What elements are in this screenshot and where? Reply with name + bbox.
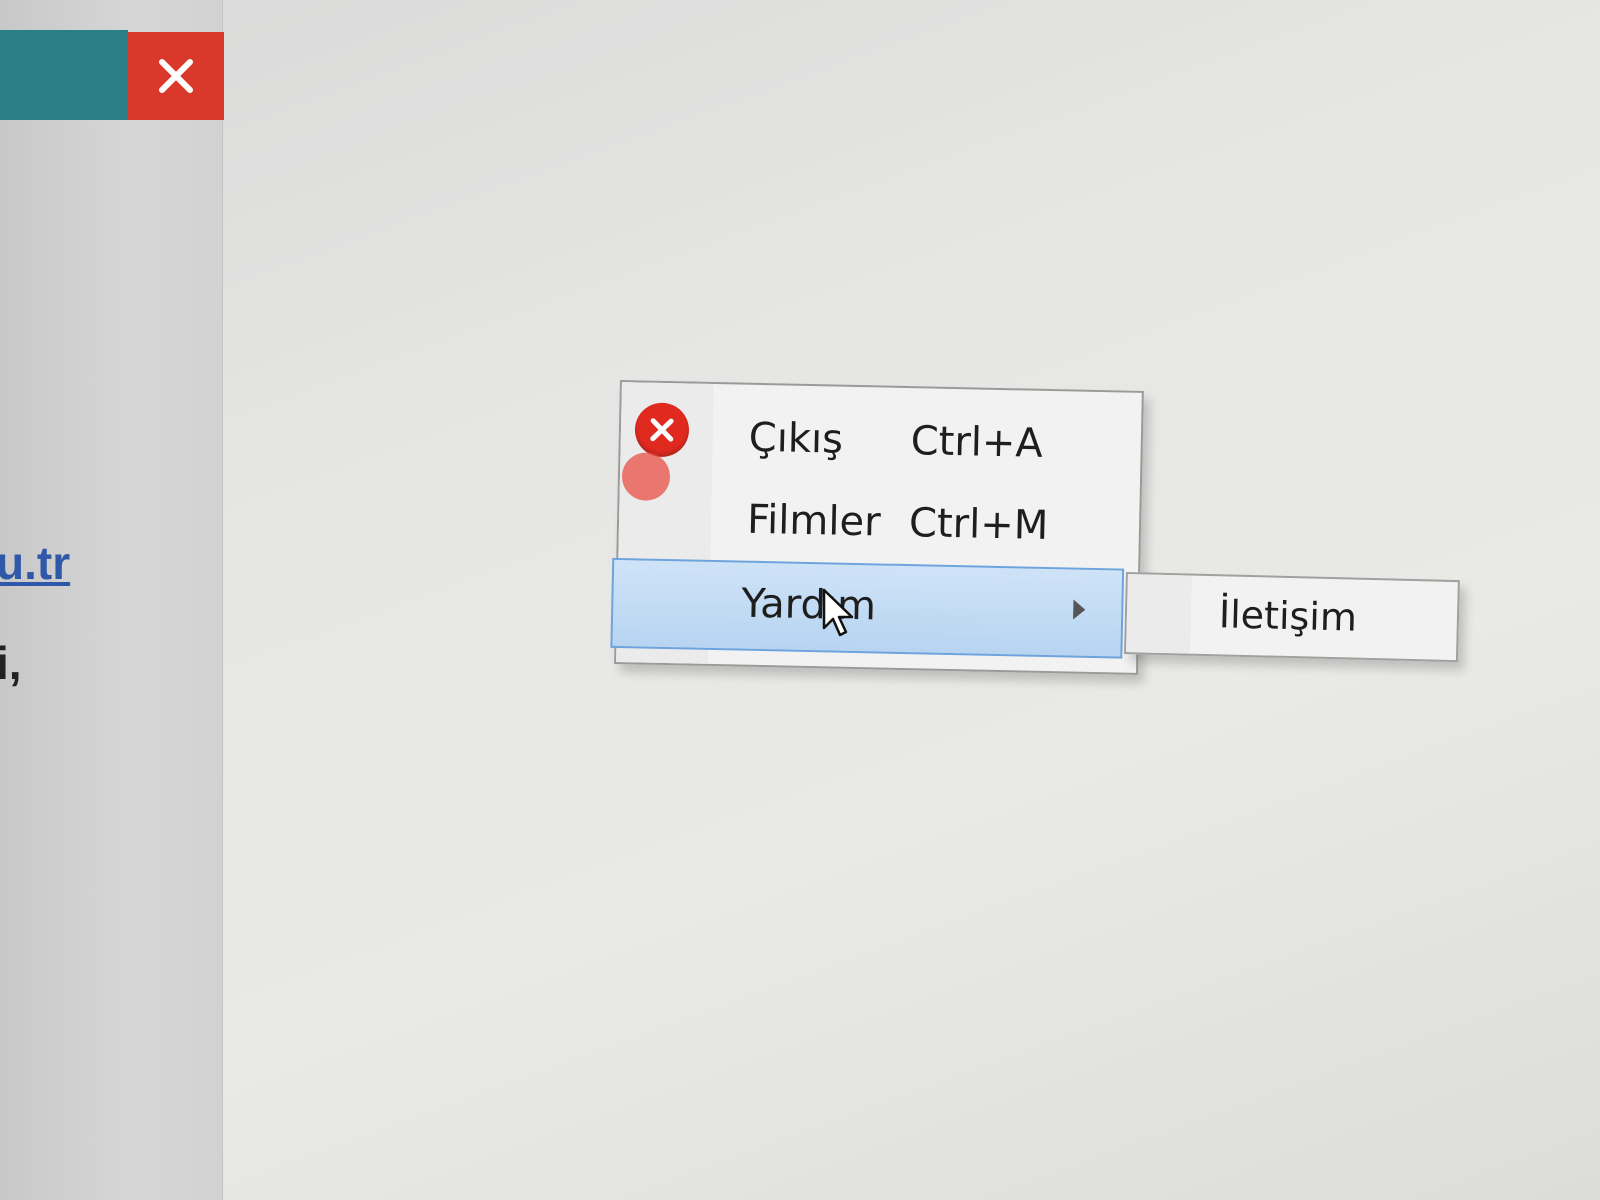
menu-item-label: Çıkış — [748, 414, 844, 463]
page-text-fragment: i, — [0, 637, 22, 689]
page-link[interactable]: u.tr — [0, 536, 70, 590]
close-icon — [159, 59, 193, 93]
menu-item-films[interactable]: Filmler Ctrl+M — [618, 476, 1140, 569]
window-close-button[interactable] — [128, 32, 224, 120]
context-menu: Çıkış Ctrl+A Filmler Ctrl+M Yardım — [610, 380, 1144, 675]
menu-item-shortcut: Ctrl+A — [910, 418, 1044, 467]
help-submenu: İletişim — [1123, 572, 1460, 663]
exit-icon — [634, 402, 690, 458]
background-window-panel: u.tr i, — [0, 0, 224, 1200]
menu-item-label: Yardım — [740, 580, 877, 630]
submenu-item-label: İletişim — [1218, 592, 1358, 640]
menu-item-exit[interactable]: Çıkış Ctrl+A — [620, 394, 1142, 502]
menu-item-help[interactable]: Yardım — [610, 557, 1125, 659]
mouse-pointer-icon — [822, 588, 854, 637]
menu-item-label: Filmler — [746, 496, 882, 546]
window-titlebar[interactable] — [0, 30, 128, 120]
submenu-item-contact[interactable]: İletişim — [1126, 574, 1458, 660]
menu-item-shortcut: Ctrl+M — [908, 500, 1049, 549]
submenu-arrow-icon — [1073, 599, 1086, 620]
